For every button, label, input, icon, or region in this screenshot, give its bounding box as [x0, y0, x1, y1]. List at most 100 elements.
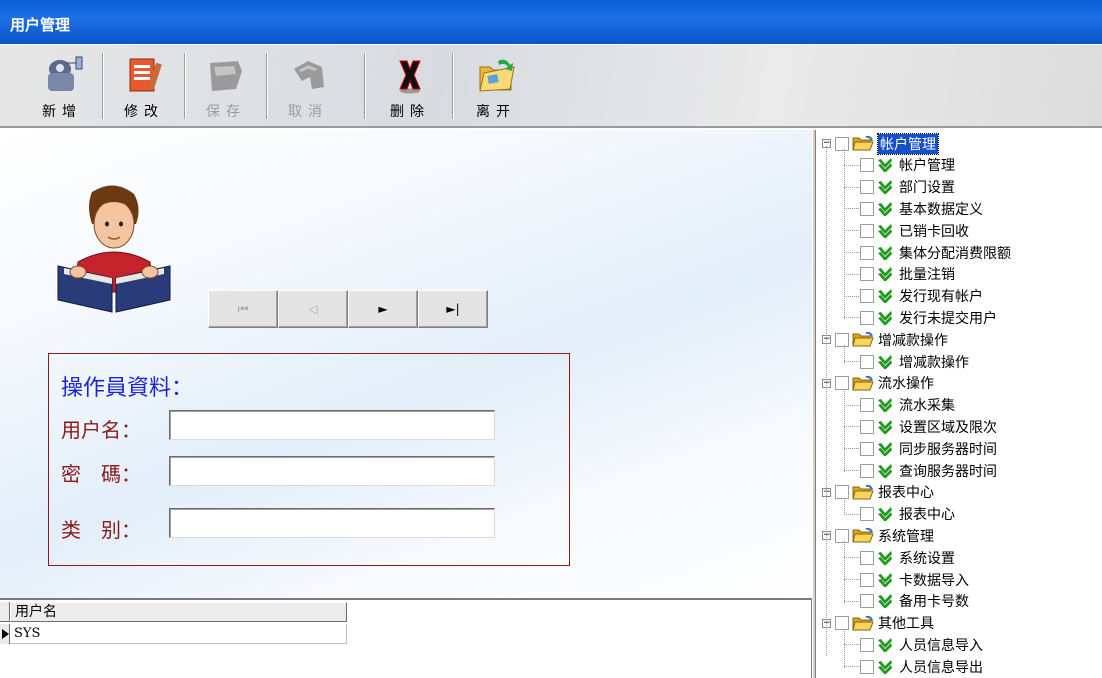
- tree-connector: [844, 361, 859, 362]
- open-folder-icon: [852, 615, 874, 631]
- tree-checkbox[interactable]: [860, 245, 874, 260]
- tree-item[interactable]: 人员信息导入: [860, 634, 983, 655]
- tree-checkbox[interactable]: [860, 659, 874, 674]
- first-record-button[interactable]: ⏮: [208, 290, 278, 328]
- tree-checkbox[interactable]: [860, 289, 874, 304]
- tree-group-2[interactable]: − 流水操作: [822, 373, 934, 394]
- tree-connector: [844, 448, 859, 450]
- new-button[interactable]: 新增: [30, 51, 94, 120]
- open-folder-icon: [852, 135, 874, 151]
- tree-item-label: 人员信息导入: [899, 637, 983, 654]
- tree-item[interactable]: 帐户管理: [860, 155, 955, 176]
- tree-item-label: 备用卡号数: [899, 594, 969, 611]
- password-input[interactable]: [169, 456, 495, 486]
- tree-item[interactable]: 部门设置: [860, 177, 955, 198]
- edit-form-icon: [122, 55, 166, 95]
- tree-connector: [844, 426, 859, 428]
- tree-checkbox[interactable]: [860, 419, 874, 434]
- tree-checkbox[interactable]: [860, 354, 874, 369]
- permission-tree: − 帐户管理 帐户管理 部门设置基本数据定义已销卡回收集体分配消费限额批量注销发行现有…: [816, 130, 1102, 678]
- last-record-button[interactable]: ►|: [418, 290, 488, 328]
- tree-item[interactable]: 同步服务器时间: [860, 438, 997, 459]
- green-check-icon: [877, 398, 893, 414]
- tree-connector: [844, 497, 845, 516]
- tree-item[interactable]: 增减款操作: [860, 351, 969, 372]
- tree-checkbox[interactable]: [860, 267, 874, 282]
- open-folder-icon: [852, 484, 874, 500]
- tree-group-1[interactable]: − 增减款操作: [822, 329, 948, 350]
- tree-item[interactable]: 流水采集: [860, 395, 955, 416]
- exit-folder-icon: [474, 55, 518, 95]
- exit-button[interactable]: 离开: [464, 51, 528, 120]
- tree-item[interactable]: 发行未提交用户: [860, 307, 997, 328]
- grid-indicator-header: [0, 602, 10, 622]
- tree-checkbox[interactable]: [835, 332, 849, 347]
- tree-checkbox[interactable]: [835, 376, 849, 391]
- tree-connector: [844, 273, 859, 275]
- grid-column-username[interactable]: 用户名: [10, 602, 347, 622]
- tree-checkbox[interactable]: [860, 463, 874, 478]
- edit-button[interactable]: 修改: [112, 51, 176, 120]
- tree-item[interactable]: 查询服务器时间: [860, 460, 997, 481]
- tree-item[interactable]: 设置区域及限次: [860, 416, 997, 437]
- tree-item[interactable]: 已销卡回收: [860, 220, 969, 241]
- tree-item-label: 发行现有帐户: [899, 289, 983, 306]
- tree-connector: [844, 579, 859, 580]
- green-check-icon: [877, 354, 893, 370]
- tree-item[interactable]: 人员信息导出: [860, 656, 983, 677]
- tree-checkbox[interactable]: [860, 223, 874, 238]
- tree-checkbox[interactable]: [860, 550, 874, 565]
- tree-checkbox[interactable]: [860, 441, 874, 456]
- save-icon: [204, 55, 248, 95]
- tree-checkbox[interactable]: [835, 136, 849, 151]
- tree-connector: [844, 208, 859, 210]
- tree-checkbox[interactable]: [860, 201, 874, 216]
- tree-checkbox[interactable]: [835, 616, 849, 631]
- tree-checkbox[interactable]: [860, 310, 874, 325]
- tree-item[interactable]: 报表中心: [860, 504, 955, 525]
- tree-checkbox[interactable]: [860, 398, 874, 413]
- cancel-button[interactable]: 取消: [276, 51, 340, 120]
- tree-item-label: 报表中心: [899, 507, 955, 524]
- tree-group-label: 系统管理: [878, 528, 934, 545]
- username-input[interactable]: [169, 410, 495, 440]
- save-button[interactable]: 保存: [194, 51, 258, 120]
- tree-item-label: 基本数据定义: [899, 201, 983, 218]
- tree-group-label: 其他工具: [878, 616, 934, 633]
- tree-item[interactable]: 卡数据导入: [860, 569, 969, 590]
- tree-group-3[interactable]: − 报表中心: [822, 482, 934, 503]
- tree-item[interactable]: 备用卡号数: [860, 591, 969, 612]
- green-check-icon: [877, 659, 893, 675]
- tree-item[interactable]: 基本数据定义: [860, 198, 983, 219]
- tree-checkbox[interactable]: [860, 594, 874, 609]
- tree-checkbox[interactable]: [860, 158, 874, 173]
- tree-item[interactable]: 系统设置: [860, 547, 955, 568]
- toolbar-separator: [184, 53, 186, 119]
- tree-group-label: 报表中心: [878, 485, 934, 502]
- category-input[interactable]: [169, 508, 495, 538]
- delete-button[interactable]: 删除: [378, 51, 442, 120]
- green-check-icon: [877, 507, 893, 523]
- tree-checkbox[interactable]: [860, 637, 874, 652]
- operator-info-title: 操作員資料：: [61, 376, 194, 401]
- tree-group-5[interactable]: − 其他工具: [822, 613, 934, 634]
- next-record-button[interactable]: ►: [348, 290, 418, 328]
- tree-item[interactable]: 集体分配消费限额: [860, 242, 1011, 263]
- toolbar-separator: [364, 53, 366, 119]
- prev-record-button[interactable]: ◁: [278, 290, 348, 328]
- green-check-icon: [877, 463, 893, 479]
- tree-checkbox[interactable]: [860, 572, 874, 587]
- tree-item-label: 集体分配消费限额: [899, 245, 1011, 262]
- tree-group-4[interactable]: − 系统管理: [822, 525, 934, 546]
- tree-checkbox[interactable]: [835, 528, 849, 543]
- table-row[interactable]: SYS: [10, 624, 347, 644]
- tree-item[interactable]: 批量注销: [860, 264, 955, 285]
- tree-checkbox[interactable]: [835, 485, 849, 500]
- tree-checkbox[interactable]: [860, 507, 874, 522]
- tree-connector: [844, 252, 859, 253]
- tree-connector: [844, 666, 859, 668]
- open-folder-icon: [852, 528, 874, 543]
- tree-group-0[interactable]: − 帐户管理: [822, 132, 939, 155]
- tree-checkbox[interactable]: [860, 180, 874, 195]
- tree-item[interactable]: 发行现有帐户: [860, 286, 983, 307]
